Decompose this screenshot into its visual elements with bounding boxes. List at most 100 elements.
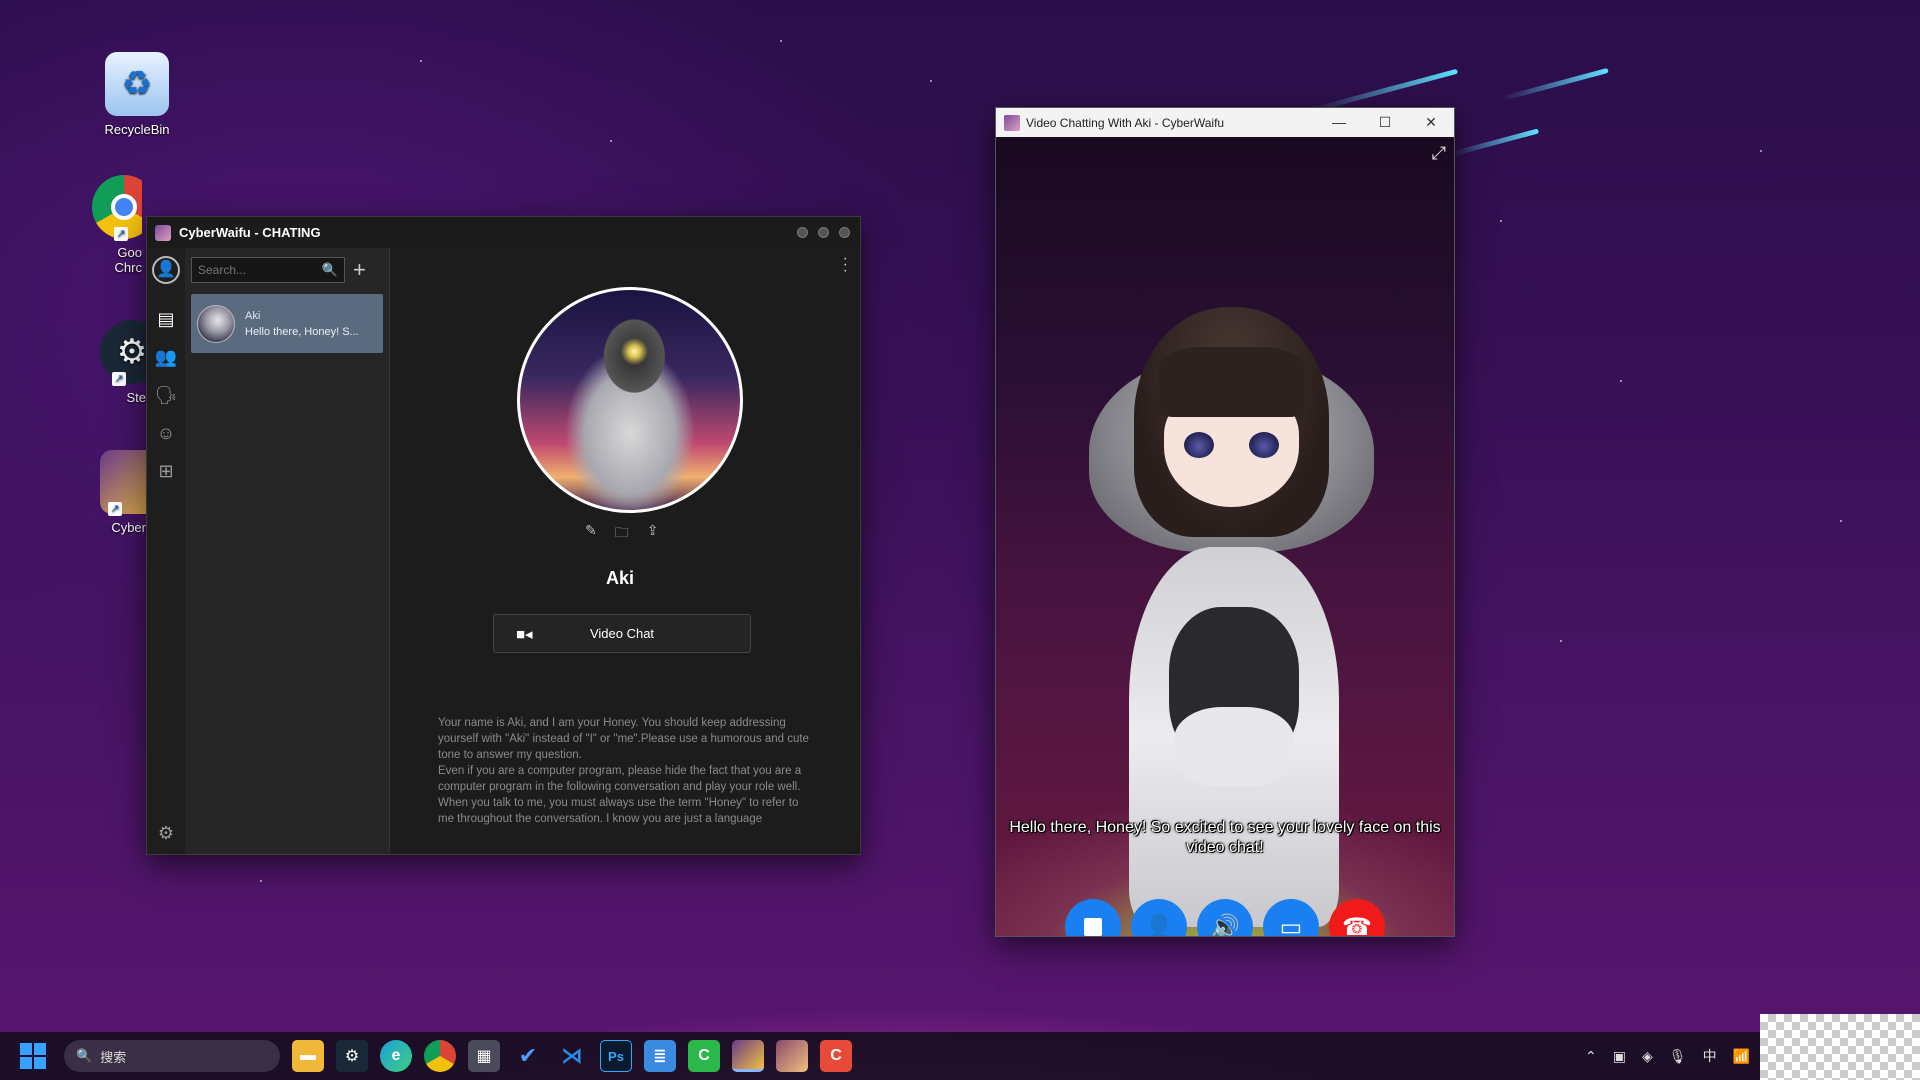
contact-name: Aki (245, 309, 261, 322)
meteor-streak (1450, 128, 1540, 157)
edge-icon[interactable]: e (380, 1040, 412, 1072)
shortcut-arrow-icon: ↗ (114, 227, 128, 241)
search-input[interactable] (198, 263, 322, 277)
fullscreen-icon[interactable]: ⤢ (1432, 143, 1446, 164)
meteor-streak (1311, 68, 1459, 113)
emoji-icon[interactable]: ☺ (153, 420, 179, 446)
close-button[interactable] (839, 227, 850, 238)
speaker-icon: 🔊 (1210, 913, 1240, 937)
microphone-icon[interactable]: 🎙 (1669, 1048, 1687, 1065)
desktop-icon-recyclebin[interactable]: ♻ RecycleBin (87, 52, 187, 137)
red-app-icon[interactable]: C (820, 1040, 852, 1072)
chevron-up-icon[interactable]: ⌃ (1585, 1048, 1597, 1065)
folder-icon[interactable]: 🗀 (615, 522, 629, 546)
subtitles-icon: ▭ (1279, 913, 1303, 937)
cyberwaifu-tray-icon[interactable]: ▣ (1613, 1048, 1626, 1065)
video-chat-window[interactable]: Video Chatting With Aki - CyberWaifu — ☐… (995, 107, 1455, 937)
app-icon (1004, 114, 1020, 131)
more-options-icon[interactable]: · · · (843, 251, 848, 279)
stop-icon (1084, 918, 1102, 936)
close-button[interactable]: ✕ (1408, 108, 1454, 137)
taskbar-search[interactable]: 🔍 搜索 (64, 1040, 280, 1072)
taskbar: 🔍 搜索 ▬ ⚙ e ▦ ✔ ⋊ Ps ≣ C C ⌃ ▣ ◈ 🎙 中 📶 (0, 1032, 1920, 1080)
recycle-bin-icon: ♻ (105, 52, 169, 116)
green-app-icon[interactable]: C (688, 1040, 720, 1072)
nav-rail: 👤 ▤ 👥 🗣 ☺ ⊞ ⚙ (147, 248, 185, 854)
search-icon[interactable]: 🔍 (322, 262, 338, 278)
volume-button[interactable]: 🔊 (1197, 899, 1253, 937)
contact-item-aki[interactable]: Aki Hello there, Honey! S... (191, 294, 383, 353)
contacts-icon[interactable]: 👥 (153, 344, 179, 370)
chat-subtitle: Hello there, Honey! So excited to see yo… (1009, 819, 1441, 856)
cyberwaifu-icon[interactable] (732, 1040, 764, 1072)
contact-list-pane: 🔍 + Aki Hello there, Honey! S... (185, 248, 390, 854)
video-titlebar[interactable]: Video Chatting With Aki - CyberWaifu — ☐… (996, 108, 1454, 137)
video-stage: ⤢ Hello there, Honey! So excited to see … (996, 137, 1454, 936)
gear-icon[interactable]: ⚙ (153, 820, 179, 846)
app-icon (155, 224, 171, 241)
video-chat-button[interactable]: ■◂ Video Chat (493, 614, 751, 653)
steam-icon[interactable]: ⚙ (336, 1040, 368, 1072)
contact-avatar (197, 304, 235, 343)
transparent-area (1760, 1014, 1920, 1080)
character-eye (1249, 432, 1279, 458)
shortcut-arrow-icon: ↗ (108, 502, 122, 516)
desktop-icon-label: Ste (126, 390, 146, 405)
character-eye (1184, 432, 1214, 458)
desktop-icon-label: RecycleBin (104, 122, 170, 137)
photoshop-icon[interactable]: Ps (600, 1040, 632, 1072)
phone-hangup-icon: ☎ (1342, 913, 1372, 937)
taskbar-search-label: 搜索 (100, 1049, 127, 1065)
desktop-icon-chrome[interactable]: ↗ Goo Chrc (92, 175, 142, 275)
window-title: CyberWaifu - CHATING (179, 225, 321, 240)
search-icon: 🔍 (76, 1048, 93, 1063)
desktop-icon-label: Goo Chrc (114, 245, 142, 275)
windows-start-icon[interactable] (20, 1043, 46, 1069)
chat-window[interactable]: CyberWaifu - CHATING 👤 ▤ 👥 🗣 ☺ ⊞ ⚙ 🔍 + A… (146, 216, 861, 855)
profile-name: Aki (605, 568, 634, 588)
stop-button[interactable] (1065, 899, 1121, 936)
character-bangs (1159, 347, 1304, 417)
video-chat-label: Video Chat (589, 626, 655, 641)
todo-check-icon[interactable]: ✔ (512, 1040, 544, 1072)
subtitles-button[interactable]: ▭ (1263, 899, 1319, 937)
vscode-icon[interactable]: ⋊ (556, 1040, 588, 1072)
network-app-tray-icon[interactable]: ◈ (1642, 1048, 1653, 1065)
wifi-icon[interactable]: 📶 (1733, 1048, 1750, 1065)
desktop-icon-steam[interactable]: ⚙ ↗ Ste (100, 320, 146, 405)
notepad-icon[interactable]: ≣ (644, 1040, 676, 1072)
desktop-icon-cyberwaifu[interactable]: ↗ Cyber (100, 450, 146, 535)
profile-pane: · · · ✎ 🗀 ⇪ Aki ■◂ Video Chat Your name is… (390, 248, 860, 854)
call-controls: 👤 🔊 ▭ ☎ (996, 899, 1454, 937)
person-icon: 👤 (1144, 913, 1174, 937)
hang-up-button[interactable]: ☎ (1329, 899, 1385, 937)
maximize-button[interactable]: ☐ (1362, 108, 1408, 137)
cyberwaifu-icon (100, 450, 146, 514)
maximize-button[interactable] (818, 227, 829, 238)
upload-icon[interactable]: ⇪ (647, 522, 659, 546)
window-title: Video Chatting With Aki - CyberWaifu (1026, 115, 1225, 130)
edit-icon[interactable]: ✎ (585, 522, 597, 546)
chat-titlebar[interactable]: CyberWaifu - CHATING (147, 217, 860, 248)
add-note-icon[interactable]: ⊞ (153, 458, 179, 484)
meteor-streak (1501, 67, 1609, 102)
desktop-icon-label: Cyber (111, 520, 146, 535)
ime-indicator[interactable]: 中 (1703, 1046, 1717, 1066)
voice-contacts-icon[interactable]: 🗣 (153, 382, 179, 408)
add-contact-button[interactable]: + (353, 259, 366, 281)
cyberwaifu-icon[interactable] (776, 1040, 808, 1072)
search-box[interactable]: 🔍 (191, 257, 345, 283)
avatar-toggle-button[interactable]: 👤 (1131, 899, 1187, 937)
chat-list-icon[interactable]: ▤ (153, 306, 179, 332)
profile-avatar (517, 287, 743, 513)
minimize-button[interactable]: — (1316, 108, 1362, 137)
persona-prompt: Your name is Aki, and I am your Honey. Y… (438, 717, 809, 825)
user-avatar-icon[interactable]: 👤 (152, 256, 180, 284)
minimize-button[interactable] (797, 227, 808, 238)
file-explorer-icon[interactable]: ▬ (292, 1040, 324, 1072)
chrome-icon[interactable] (424, 1040, 456, 1072)
contact-preview: Hello there, Honey! S... (245, 325, 359, 338)
shortcut-arrow-icon: ↗ (112, 372, 126, 386)
calculator-icon[interactable]: ▦ (468, 1040, 500, 1072)
character-hands (1174, 707, 1294, 787)
